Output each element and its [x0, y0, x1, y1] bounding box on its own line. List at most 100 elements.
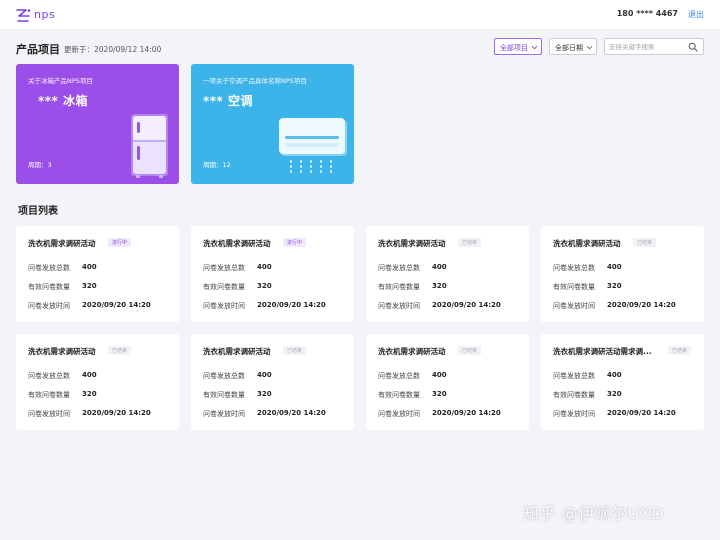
featured-title: *** 冰箱	[38, 94, 89, 108]
value-time: 2020/09/20 14:20	[82, 409, 151, 417]
logout-link[interactable]: 退出	[688, 9, 704, 20]
search-input[interactable]	[609, 41, 689, 52]
value-total: 400	[607, 263, 622, 271]
label-time: 问卷发放时间	[378, 302, 420, 310]
label-total: 问卷发放总数	[203, 372, 245, 380]
status-badge: 已结束	[633, 238, 657, 247]
label-total: 问卷发放总数	[553, 372, 595, 380]
value-total: 400	[257, 263, 272, 271]
label-valid: 有效问卷数量	[203, 391, 245, 399]
project-card[interactable]: 洗衣机需求调研活动 已结束问卷发放总数 400 有效问卷数量 320 问卷发放时间 2020…	[366, 226, 529, 322]
label-time: 问卷发放时间	[553, 302, 595, 310]
status-badge: 已结束	[108, 346, 132, 355]
value-valid: 320	[82, 282, 97, 290]
project-card[interactable]: 洗衣机需求调研活动 进行中问卷发放总数 400 有效问卷数量 320 问卷发放时间 2020…	[191, 226, 354, 322]
value-valid: 320	[607, 282, 622, 290]
status-badge: 进行中	[283, 238, 307, 247]
label-total: 问卷发放总数	[378, 372, 420, 380]
card-title: 洗衣机需求调研活动	[28, 347, 96, 356]
project-filter-select[interactable]: 全部项目	[494, 38, 542, 55]
card-title: 洗衣机需求调研活动	[378, 239, 446, 248]
status-badge: 已结束	[668, 346, 692, 355]
label-time: 问卷发放时间	[28, 302, 70, 310]
chevron-down-icon	[531, 43, 538, 50]
nps-logo-icon	[16, 9, 31, 22]
chevron-down-icon	[586, 43, 593, 50]
value-time: 2020/09/20 14:20	[432, 409, 501, 417]
card-title: 洗衣机需求调研活动需求调...	[553, 347, 652, 356]
featured-card-ac[interactable]: 一项关于空调产品具体名称NPS项目 *** 空调 周期：12	[191, 64, 354, 184]
value-total: 400	[607, 371, 622, 379]
project-card[interactable]: 洗衣机需求调研活动需求调... 已结束问卷发放总数 400 有效问卷数量 320 问卷发放…	[541, 334, 704, 430]
card-title: 洗衣机需求调研活动	[203, 239, 271, 248]
value-total: 400	[432, 371, 447, 379]
search-box	[604, 38, 704, 55]
page-title: 产品项目	[16, 43, 60, 56]
label-valid: 有效问卷数量	[553, 283, 595, 291]
featured-subtitle: 一项关于空调产品具体名称NPS项目	[203, 77, 307, 85]
card-title: 洗衣机需求调研活动	[28, 239, 96, 248]
card-title: 洗衣机需求调研活动	[203, 347, 271, 356]
label-time: 问卷发放时间	[553, 410, 595, 418]
label-time: 问卷发放时间	[378, 410, 420, 418]
project-card[interactable]: 洗衣机需求调研活动 已结束问卷发放总数 400 有效问卷数量 320 问卷发放时间 2020…	[16, 334, 179, 430]
label-total: 问卷发放总数	[203, 264, 245, 272]
top-bar: nps 180 **** 4467 退出	[0, 0, 720, 30]
project-card[interactable]: 洗衣机需求调研活动 已结束问卷发放总数 400 有效问卷数量 320 问卷发放时间 2020…	[541, 226, 704, 322]
value-valid: 320	[82, 390, 97, 398]
card-title: 洗衣机需求调研活动	[378, 347, 446, 356]
value-total: 400	[82, 371, 97, 379]
label-total: 问卷发放总数	[28, 264, 70, 272]
label-valid: 有效问卷数量	[378, 391, 420, 399]
featured-subtitle: 关于冰箱产品NPS项目	[28, 77, 93, 85]
featured-cycle: 周期：3	[28, 161, 52, 169]
label-time: 问卷发放时间	[203, 302, 245, 310]
date-filter-label: 全部日期	[555, 44, 583, 52]
value-time: 2020/09/20 14:20	[257, 301, 326, 309]
card-title: 洗衣机需求调研活动	[553, 239, 621, 248]
status-badge: 进行中	[108, 238, 132, 247]
value-time: 2020/09/20 14:20	[607, 409, 676, 417]
logo-text: nps	[34, 8, 56, 21]
project-filter-label: 全部项目	[500, 44, 528, 52]
label-valid: 有效问卷数量	[553, 391, 595, 399]
project-card[interactable]: 洗衣机需求调研活动 已结束问卷发放总数 400 有效问卷数量 320 问卷发放时间 2020…	[366, 334, 529, 430]
watermark: 知乎 @伊飒尔UXD	[523, 504, 665, 523]
value-time: 2020/09/20 14:20	[432, 301, 501, 309]
nps-logo[interactable]: nps	[15, 7, 56, 25]
fridge-icon	[131, 114, 168, 178]
value-time: 2020/09/20 14:20	[82, 301, 151, 309]
label-valid: 有效问卷数量	[28, 283, 70, 291]
project-card[interactable]: 洗衣机需求调研活动 进行中问卷发放总数 400 有效问卷数量 320 问卷发放时间 2020…	[16, 226, 179, 322]
value-total: 400	[257, 371, 272, 379]
status-badge: 已结束	[458, 346, 482, 355]
page-header: 产品项目 更新于：2020/09/12 14:00 全部项目 全部日期	[16, 38, 704, 58]
value-valid: 320	[257, 390, 272, 398]
user-phone: 180 **** 4467	[616, 9, 678, 18]
label-time: 问卷发放时间	[28, 410, 70, 418]
featured-title: *** 空调	[203, 94, 254, 108]
search-icon[interactable]	[688, 42, 698, 52]
status-badge: 已结束	[283, 346, 307, 355]
value-time: 2020/09/20 14:20	[607, 301, 676, 309]
label-time: 问卷发放时间	[203, 410, 245, 418]
label-valid: 有效问卷数量	[378, 283, 420, 291]
label-total: 问卷发放总数	[553, 264, 595, 272]
label-valid: 有效问卷数量	[203, 283, 245, 291]
label-total: 问卷发放总数	[28, 372, 70, 380]
date-filter-select[interactable]: 全部日期	[549, 38, 597, 55]
value-valid: 320	[607, 390, 622, 398]
updated-time: 更新于：2020/09/12 14:00	[64, 45, 162, 54]
value-valid: 320	[432, 282, 447, 290]
label-valid: 有效问卷数量	[28, 391, 70, 399]
label-total: 问卷发放总数	[378, 264, 420, 272]
status-badge: 已结束	[458, 238, 482, 247]
value-total: 400	[82, 263, 97, 271]
value-valid: 320	[432, 390, 447, 398]
featured-card-fridge[interactable]: 关于冰箱产品NPS项目 *** 冰箱 周期：3	[16, 64, 179, 184]
value-valid: 320	[257, 282, 272, 290]
project-card[interactable]: 洗衣机需求调研活动 已结束问卷发放总数 400 有效问卷数量 320 问卷发放时间 2020…	[191, 334, 354, 430]
air-conditioner-icon	[279, 118, 347, 174]
value-time: 2020/09/20 14:20	[257, 409, 326, 417]
value-total: 400	[432, 263, 447, 271]
